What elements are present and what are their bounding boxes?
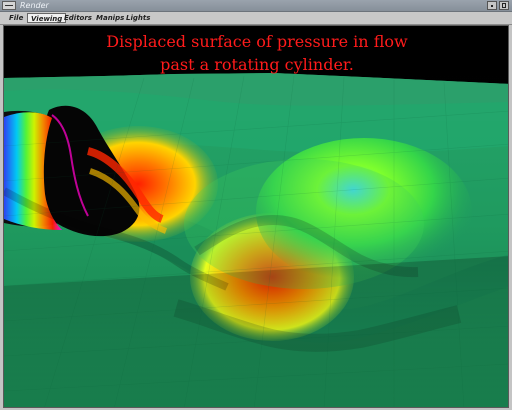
window-menu-icon[interactable] bbox=[2, 1, 16, 10]
menu-file[interactable]: File bbox=[6, 13, 26, 23]
minimize-icon[interactable] bbox=[487, 1, 497, 10]
viewport-caption: Displaced surface of pressure in flow pa… bbox=[4, 30, 508, 76]
title-bar[interactable]: Render bbox=[0, 0, 512, 12]
render-window: Render File Viewing Editors Manips Light… bbox=[0, 0, 512, 410]
render-viewport[interactable]: Displaced surface of pressure in flow pa… bbox=[3, 25, 509, 408]
maximize-icon[interactable] bbox=[499, 1, 509, 10]
window-title: Render bbox=[20, 1, 49, 10]
menu-editors[interactable]: Editors bbox=[61, 13, 95, 23]
surface-render[interactable] bbox=[4, 26, 509, 408]
caption-line-2: past a rotating cylinder. bbox=[160, 55, 354, 74]
caption-line-1: Displaced surface of pressure in flow bbox=[106, 32, 408, 51]
menu-bar: File Viewing Editors Manips Lights bbox=[0, 12, 512, 25]
menu-lights[interactable]: Lights bbox=[123, 13, 153, 23]
